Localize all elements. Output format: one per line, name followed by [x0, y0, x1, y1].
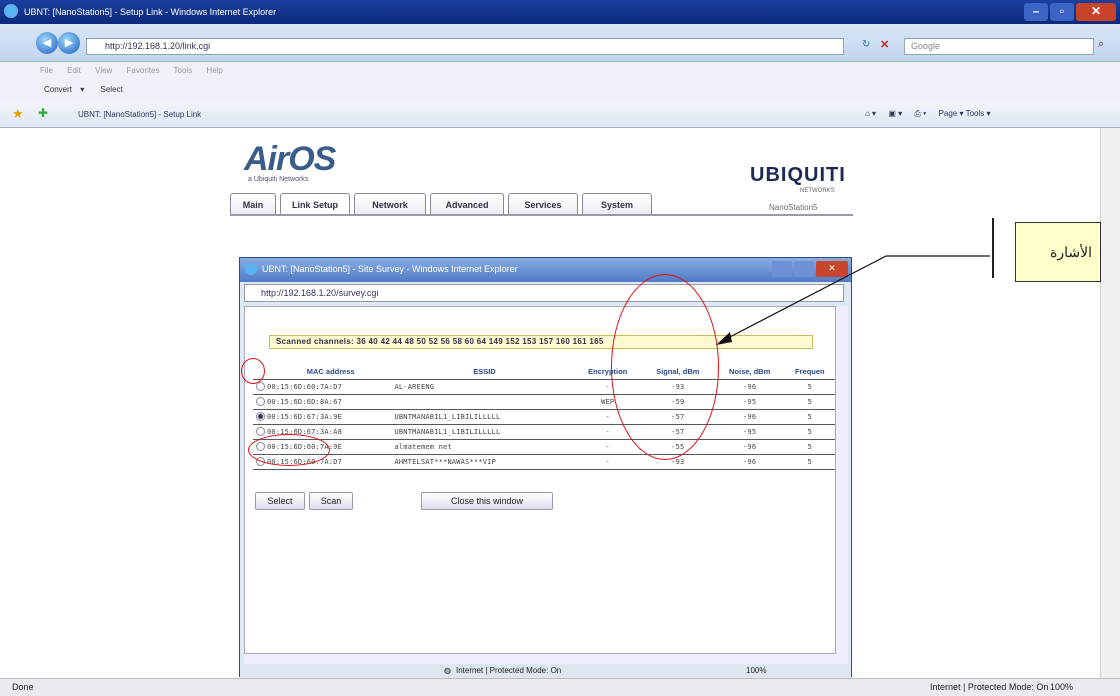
address-toolbar: ◀ ▶ http://192.168.1.20/link.cgi ↻ ✕ Goo… [0, 24, 1120, 62]
popup-zoom[interactable]: 100% [746, 665, 766, 677]
tab-network[interactable]: Network [354, 193, 426, 215]
status-zoom[interactable]: 100% [1050, 679, 1073, 695]
callout-arrow [716, 255, 990, 345]
print-icon[interactable]: ⎙ ▾ [914, 109, 926, 118]
ie-icon [4, 4, 18, 18]
window-titlebar: UBNT: [NanoStation5] - Setup Link - Wind… [0, 0, 1120, 24]
address-input[interactable]: http://192.168.1.20/link.cgi [86, 38, 844, 55]
select-highlight-oval [248, 434, 330, 466]
cell-mac: 00:15:6D:67:3A:9E [267, 409, 395, 425]
column-header: MAC address [267, 365, 395, 380]
cell-freq: 5 [784, 394, 835, 410]
cell-freq: 5 [784, 409, 835, 425]
cell-essid [394, 394, 575, 410]
popup-hscrollbar[interactable] [244, 654, 848, 664]
refresh-icon[interactable]: ↻ [862, 39, 870, 50]
feeds-icon[interactable]: ▣ ▾ [888, 109, 902, 118]
tab-main[interactable]: Main [230, 193, 276, 215]
popup-status-bar: ◍ Internet | Protected Mode: On 100% [240, 665, 851, 678]
cell-mac: 00:15:6D:6D:8A:67 [267, 394, 395, 410]
tab-link-setup[interactable]: Link Setup [280, 193, 350, 215]
callout-label: الأشارة [1015, 222, 1101, 282]
convert-toolbar: Convert ▾ Select [0, 80, 1120, 100]
table-row[interactable]: 00:15:6D:67:3A:9E UBNTMANABIL1_LIBILILLLL… [253, 409, 835, 425]
popup-zone: Internet | Protected Mode: On [456, 666, 562, 675]
select-button[interactable]: Select [255, 492, 305, 510]
command-labels[interactable]: Page ▾ Tools ▾ [939, 109, 991, 118]
survey-table: MAC address ESSID Encryption Signal, dBm Noi… [253, 365, 835, 470]
cell-freq: 5 [784, 379, 835, 395]
page-scrollbar[interactable] [1100, 128, 1120, 679]
row-radio[interactable] [255, 382, 265, 391]
tab-divider [230, 214, 853, 216]
column-header: Frequen [784, 365, 835, 380]
cell-essid: AHMTELSAT***NAWAS***VIP [394, 454, 575, 470]
table-row[interactable]: 00:15:6D:60:7A:9E almatemem net - -55 -96 5 [253, 439, 835, 455]
device-name: NanoStation5 [769, 203, 818, 212]
cell-mac: 00:15:6D:60:7A:D7 [267, 379, 395, 395]
convert-button[interactable]: Convert [44, 85, 72, 94]
airos-logo-sub: a Ubiquiti Networks [248, 176, 309, 183]
table-row[interactable]: 00:15:6D:67:3A:A8 UBNTMANABIL1_LIBILILLLL… [253, 424, 835, 440]
home-icon[interactable]: ⌂ ▾ [865, 109, 876, 118]
cell-noise: -96 [714, 454, 785, 470]
status-zone: Internet | Protected Mode: On [930, 682, 1049, 692]
forward-button[interactable]: ▶ [58, 32, 80, 54]
callout-bracket [992, 218, 994, 278]
scan-button[interactable]: Scan [309, 492, 353, 510]
cell-freq: 5 [784, 439, 835, 455]
airos-logo: AirOS [244, 140, 336, 178]
window-title: UBNT: [NanoStation5] - Setup Link - Wind… [24, 7, 277, 17]
favorites-star-icon[interactable]: ★ [12, 106, 24, 122]
select-tool-button[interactable]: Select [101, 85, 123, 94]
search-icon[interactable]: ⌕ [1098, 38, 1104, 51]
add-favorite-icon[interactable]: ✚ [38, 106, 48, 120]
tab-advanced[interactable]: Advanced [430, 193, 504, 215]
table-row[interactable]: 00:15:6D:6D:8A:67 WEP -59 -95 5 [253, 394, 835, 410]
cell-essid: AL-AREENG [394, 379, 575, 395]
row-radio[interactable] [255, 427, 265, 436]
cell-enc: - [574, 439, 641, 455]
row-radio[interactable] [255, 397, 265, 406]
menu-bar[interactable]: File Edit View Favorites Tools Help [0, 62, 1120, 80]
cell-essid: almatemem net [394, 439, 575, 455]
back-button[interactable]: ◀ [36, 32, 58, 54]
cell-freq: 5 [784, 454, 835, 470]
cell-enc: - [574, 454, 641, 470]
cell-noise: -96 [714, 379, 785, 395]
globe-icon: ◍ [444, 666, 451, 675]
maximize-button[interactable]: ▫ [1050, 3, 1074, 21]
tab-services[interactable]: Services [508, 193, 578, 215]
command-bar[interactable]: ⌂ ▾ ▣ ▾ ⎙ ▾ Page ▾ Tools ▾ [865, 106, 990, 122]
stop-icon[interactable]: ✕ [880, 38, 896, 54]
cell-noise: -95 [714, 394, 785, 410]
ie-icon [245, 263, 257, 275]
minimize-button[interactable]: – [1024, 3, 1048, 21]
cell-noise: -95 [714, 424, 785, 440]
table-row[interactable]: 00:15:6D:60:7A:D7 AHMTELSAT***NAWAS***VIP… [253, 454, 835, 470]
row-radio[interactable] [255, 412, 265, 421]
cell-freq: 5 [784, 424, 835, 440]
cell-noise: -96 [714, 409, 785, 425]
cell-essid: UBNTMANABIL1_LIBILILLLLL [394, 424, 575, 440]
tab-system[interactable]: System [582, 193, 652, 215]
status-text: Done [12, 682, 34, 692]
close-window-button[interactable]: Close this window [421, 492, 553, 510]
table-row[interactable]: 00:15:6D:60:7A:D7 AL-AREENG - -93 -96 5 [253, 379, 835, 395]
favorites-bar: ★ ✚ UBNT: [NanoStation5] - Setup Link ⌂ … [0, 100, 1120, 128]
popup-title: UBNT: [NanoStation5] - Site Survey - Win… [262, 264, 518, 274]
cell-essid: UBNTMANABIL1_LIBILILLLLL [394, 409, 575, 425]
radio-highlight-oval [241, 358, 265, 384]
close-window-button[interactable]: ✕ [1076, 3, 1116, 21]
ubiquiti-logo-sub: NETWORKS [800, 188, 835, 194]
column-header: ESSID [394, 365, 575, 380]
status-bar: Done Internet | Protected Mode: On 100% [0, 678, 1120, 696]
search-input[interactable]: Google [904, 38, 1094, 55]
cell-noise: -96 [714, 439, 785, 455]
ubiquiti-logo: UBIQUITI [750, 164, 846, 186]
browser-tab[interactable]: UBNT: [NanoStation5] - Setup Link [70, 105, 290, 125]
column-header: Noise, dBm [714, 365, 785, 380]
